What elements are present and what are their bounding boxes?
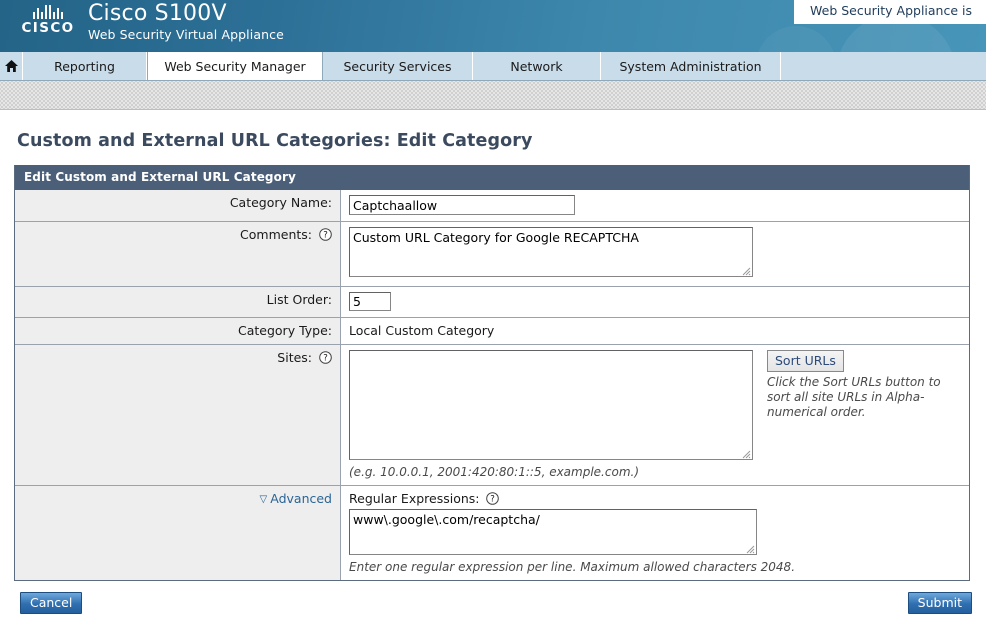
advanced-label-cell: ▽ Advanced [15,486,341,580]
regex-label-group: Regular Expressions: ? [349,491,961,506]
row-category-name: Category Name: [15,190,969,222]
svg-text:?: ? [491,495,496,505]
regex-hint: Enter one regular expression per line. M… [349,560,796,574]
regular-expressions-textarea[interactable] [349,509,757,555]
panel-header: Edit Custom and External URL Category [15,165,969,190]
tabbar-filler [781,52,986,80]
sort-urls-hint: Click the Sort URLs button to sort all s… [767,375,941,419]
page-content: Custom and External URL Categories: Edit… [0,131,986,581]
row-sites: Sites: ? (e.g. 10.0.0.1, 2001:420:80:1::… [15,345,969,486]
appliance-notification-banner[interactable]: Web Security Appliance is [794,0,986,24]
page-title: Custom and External URL Categories: Edit… [17,131,533,151]
category-name-label: Category Name: [15,190,341,221]
comments-value-cell [341,222,969,286]
comments-help-icon[interactable]: ? [319,228,332,241]
app-banner: CISCO Cisco S100V Web Security Virtual A… [0,0,986,52]
tab-security-services-label: Security Services [343,58,452,74]
sites-input-group: (e.g. 10.0.0.1, 2001:420:80:1::5, exampl… [349,350,753,479]
comments-label-cell: Comments: ? [15,222,341,286]
cancel-button[interactable]: Cancel [20,592,83,614]
regex-textarea-wrap [349,509,757,555]
row-list-order: List Order: [15,287,969,318]
tab-system-administration-label: System Administration [619,58,762,74]
decorative-texture-strip [0,81,986,110]
row-advanced: ▽ Advanced Regular Expressions: ? www\.g… [15,486,969,580]
advanced-toggle-label: Advanced [270,491,332,506]
edit-category-panel: Edit Custom and External URL Category Ca… [14,165,970,581]
sites-label-cell: Sites: ? [15,345,341,485]
sites-value-cell: (e.g. 10.0.0.1, 2001:420:80:1::5, exampl… [341,345,969,485]
category-name-value-cell [341,190,969,221]
tab-network[interactable]: Network [473,52,601,80]
tab-web-security-manager-label: Web Security Manager [164,58,306,74]
cisco-wordmark: CISCO [21,20,75,36]
banner-decoration-circle-2 [756,26,836,52]
list-order-input[interactable] [349,292,391,311]
list-order-label: List Order: [15,287,341,317]
chevron-down-icon: ▽ [259,494,268,505]
primary-navigation-tabs: Reporting Web Security Manager Security … [0,52,986,81]
category-name-input[interactable] [349,195,575,215]
product-identity: Cisco S100V Web Security Virtual Applian… [88,1,284,43]
regex-help-icon[interactable]: ? [486,492,500,505]
row-category-type: Category Type: Local Custom Category [15,318,969,345]
row-comments: Comments: ? [15,222,969,287]
home-button[interactable] [0,52,23,80]
sites-textarea-wrap [349,350,753,460]
comments-label: Comments: [240,227,313,242]
regex-label: Regular Expressions: [349,491,480,506]
sites-help-icon[interactable]: ? [319,351,332,364]
cisco-bridge-icon [14,4,82,19]
category-type-label: Category Type: [15,318,341,344]
sites-format-hint: (e.g. 10.0.0.1, 2001:420:80:1::5, exampl… [349,465,639,479]
svg-text:?: ? [323,354,328,364]
tab-reporting-label: Reporting [54,58,115,74]
tab-network-label: Network [510,58,563,74]
product-name: Cisco S100V [88,1,227,26]
tab-web-security-manager[interactable]: Web Security Manager [147,52,323,80]
home-icon [4,59,19,73]
cisco-logo: CISCO [14,4,82,36]
category-type-value: Local Custom Category [349,323,495,338]
tab-security-services[interactable]: Security Services [323,52,473,80]
sites-label: Sites: [277,350,313,365]
appliance-notification-text: Web Security Appliance is [810,3,972,18]
advanced-toggle[interactable]: ▽ Advanced [260,491,332,506]
comments-textarea[interactable] [349,227,753,277]
sort-urls-group: Sort URLs Click the Sort URLs button to … [767,350,961,420]
comments-textarea-wrap [349,227,753,277]
product-subtitle: Web Security Virtual Appliance [88,27,284,42]
submit-button[interactable]: Submit [907,592,972,614]
list-order-value-cell [341,287,969,317]
advanced-value-cell: Regular Expressions: ? www\.google\.com/… [341,486,969,580]
form-footer: Cancel Submit [0,589,986,623]
tab-system-administration[interactable]: System Administration [601,52,781,80]
sites-textarea[interactable] [349,350,753,460]
svg-text:?: ? [323,231,328,241]
tab-reporting[interactable]: Reporting [23,52,147,80]
sort-urls-button[interactable]: Sort URLs [767,350,844,372]
